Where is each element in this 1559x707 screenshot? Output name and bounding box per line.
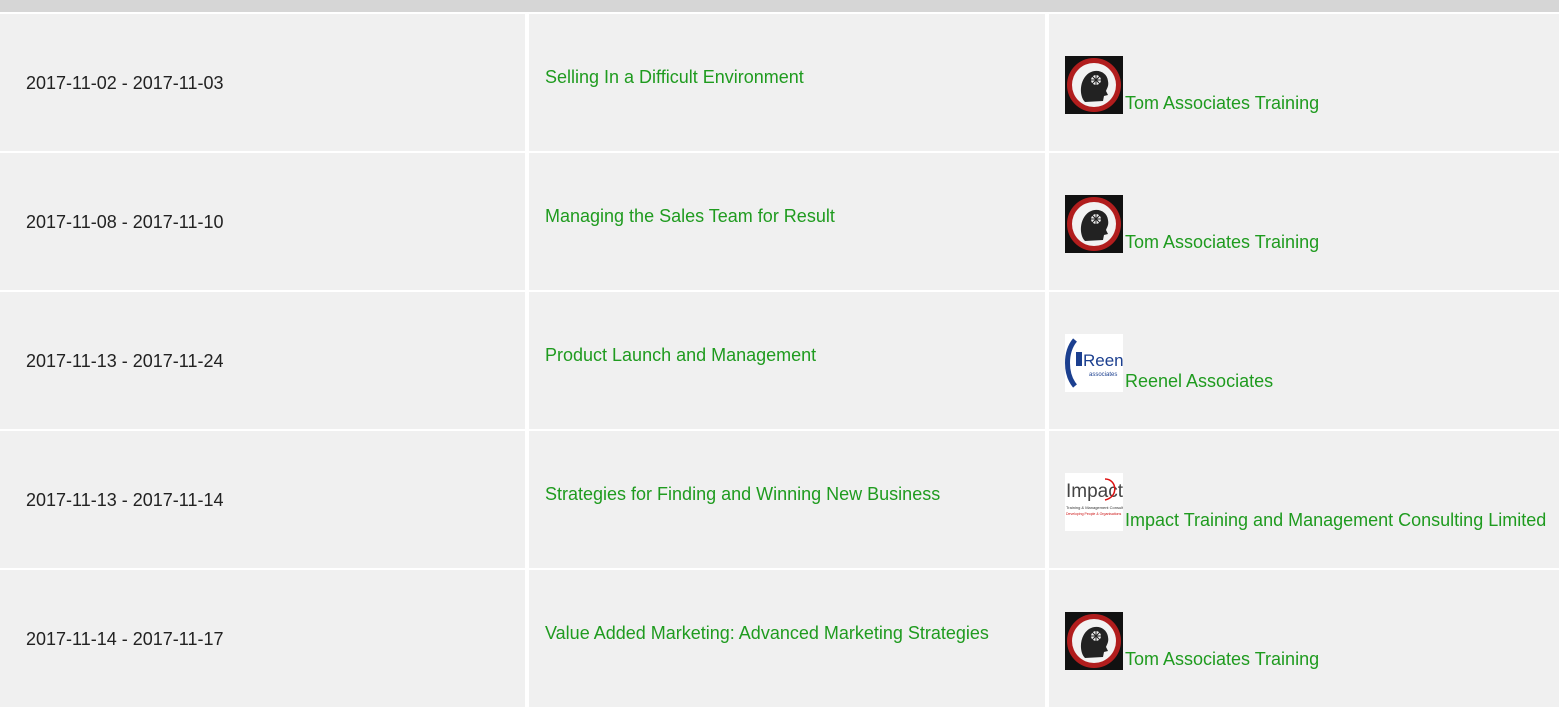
tom-associates-logo[interactable] bbox=[1065, 611, 1123, 670]
provider-cell: Reenel associates Reenel Associates bbox=[1049, 292, 1559, 429]
provider-cell: Impact Training & Management Consulting De… bbox=[1049, 431, 1559, 568]
provider-cell: Tom Associates Training bbox=[1049, 14, 1559, 151]
event-title-link[interactable]: Product Launch and Management bbox=[545, 344, 816, 366]
table-row: 2017-11-13 - 2017-11-14 Strategies for Fi… bbox=[0, 431, 1559, 568]
event-title-link[interactable]: Selling In a Difficult Environment bbox=[545, 66, 804, 88]
reenel-associates-logo[interactable]: Reenel associates bbox=[1065, 333, 1123, 392]
table-row: 2017-11-13 - 2017-11-24 Product Launch an… bbox=[0, 292, 1559, 429]
events-table-body: 2017-11-02 - 2017-11-03 Selling In a Diff… bbox=[0, 14, 1559, 707]
tom-associates-logo[interactable] bbox=[1065, 55, 1123, 114]
table-row: 2017-11-14 - 2017-11-17 Value Added Marke… bbox=[0, 570, 1559, 707]
event-dates: 2017-11-13 - 2017-11-24 bbox=[0, 292, 525, 429]
provider-link[interactable]: Impact Training and Management Consultin… bbox=[1125, 510, 1546, 530]
provider-link[interactable]: Tom Associates Training bbox=[1125, 649, 1319, 669]
event-title-link[interactable]: Strategies for Finding and Winning New B… bbox=[545, 483, 940, 505]
tom-associates-logo[interactable] bbox=[1065, 194, 1123, 253]
events-table: 2017-11-02 - 2017-11-03 Selling In a Diff… bbox=[0, 12, 1559, 707]
event-title-link[interactable]: Managing the Sales Team for Result bbox=[545, 205, 835, 227]
table-row: 2017-11-08 - 2017-11-10 Managing the Sale… bbox=[0, 153, 1559, 290]
provider-wrap: Tom Associates Training bbox=[1065, 194, 1547, 253]
provider-wrap: Tom Associates Training bbox=[1065, 611, 1547, 670]
event-title-cell: Product Launch and Management bbox=[529, 292, 1045, 429]
logo-tagline: Developing People & Organisations bbox=[1066, 512, 1122, 516]
logo-subtext: associates bbox=[1089, 372, 1117, 378]
logo-text: Reenel bbox=[1083, 351, 1123, 370]
event-dates: 2017-11-14 - 2017-11-17 bbox=[0, 570, 525, 707]
section-header bbox=[0, 0, 1559, 12]
logo-subtext: Training & Management Consulting bbox=[1066, 505, 1123, 510]
event-title-cell: Managing the Sales Team for Result bbox=[529, 153, 1045, 290]
event-title-cell: Selling In a Difficult Environment bbox=[529, 14, 1045, 151]
provider-wrap: Tom Associates Training bbox=[1065, 55, 1547, 114]
event-dates: 2017-11-13 - 2017-11-14 bbox=[0, 431, 525, 568]
provider-link[interactable]: Reenel Associates bbox=[1125, 371, 1273, 391]
provider-cell: Tom Associates Training bbox=[1049, 153, 1559, 290]
provider-wrap: Reenel associates Reenel Associates bbox=[1065, 333, 1547, 392]
provider-link[interactable]: Tom Associates Training bbox=[1125, 93, 1319, 113]
table-row: 2017-11-02 - 2017-11-03 Selling In a Diff… bbox=[0, 14, 1559, 151]
event-title-link[interactable]: Value Added Marketing: Advanced Marketin… bbox=[545, 622, 989, 644]
provider-wrap: Impact Training & Management Consulting De… bbox=[1065, 472, 1547, 531]
impact-training-logo[interactable]: Impact Training & Management Consulting De… bbox=[1065, 472, 1123, 531]
event-title-cell: Value Added Marketing: Advanced Marketin… bbox=[529, 570, 1045, 707]
provider-link[interactable]: Tom Associates Training bbox=[1125, 232, 1319, 252]
event-dates: 2017-11-02 - 2017-11-03 bbox=[0, 14, 525, 151]
provider-cell: Tom Associates Training bbox=[1049, 570, 1559, 707]
event-title-cell: Strategies for Finding and Winning New B… bbox=[529, 431, 1045, 568]
page: 2017-11-02 - 2017-11-03 Selling In a Diff… bbox=[0, 0, 1559, 707]
event-dates: 2017-11-08 - 2017-11-10 bbox=[0, 153, 525, 290]
